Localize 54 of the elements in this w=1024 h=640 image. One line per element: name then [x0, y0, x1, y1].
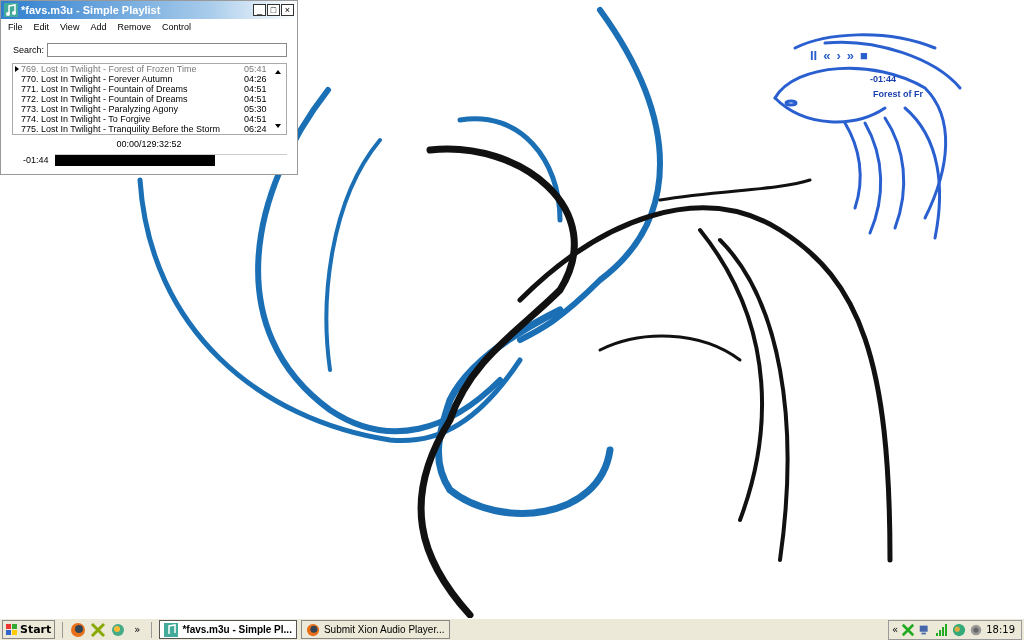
x-icon[interactable] — [901, 622, 916, 637]
menu-item[interactable]: Control — [161, 22, 191, 32]
playlist-row[interactable]: 770. Lost In Twilight - Forever Autumn 04:26 — [13, 74, 272, 84]
player-control-button[interactable]: « — [823, 48, 831, 63]
track-title: 775. Lost In Twilight - Tranquility Before the Storm — [21, 124, 221, 134]
track-title: 769. Lost In Twilight - Forest of Frozen Time — [21, 64, 198, 74]
seek-bar[interactable] — [54, 154, 287, 166]
track-title: 771. Lost In Twilight - Fountain of Dreams — [21, 84, 189, 94]
player-control-button[interactable]: › — [836, 48, 841, 63]
speaker-icon[interactable] — [969, 622, 984, 637]
playlist-row[interactable]: 772. Lost In Twilight - Fountain of Dreams 04:51 — [13, 94, 272, 104]
track-title: 770. Lost In Twilight - Forever Autumn — [21, 74, 174, 84]
playlist-row[interactable]: 773. Lost In Twilight - Paralyzing Agony 05:30 — [13, 104, 272, 114]
remaining-time: -01:44 — [23, 155, 49, 165]
play-marker-icon — [15, 66, 19, 72]
menu-item[interactable]: File — [8, 22, 23, 32]
track-title: 773. Lost In Twilight - Paralyzing Agony — [21, 104, 179, 114]
tray-expand-button[interactable]: « — [892, 624, 899, 635]
menu-item[interactable]: Remove — [117, 22, 151, 32]
clock: 18:19 — [986, 624, 1015, 635]
track-duration: 05:41 — [244, 64, 268, 74]
playlist-row[interactable]: 771. Lost In Twilight - Fountain of Dreams 04:51 — [13, 84, 272, 94]
track-duration: 06:24 — [244, 124, 268, 134]
player-control-button[interactable]: » — [846, 48, 855, 63]
player-time: -01:44 — [870, 74, 896, 84]
window-control-button[interactable]: □ — [267, 4, 280, 16]
taskbar-button[interactable]: Submit Xion Audio Player... — [300, 620, 450, 639]
menu-item[interactable]: View — [60, 22, 80, 32]
track-duration: 04:51 — [244, 84, 268, 94]
track-duration: 05:30 — [244, 104, 268, 114]
player-control-button[interactable]: II — [810, 48, 818, 63]
window-control-button[interactable]: _ — [253, 4, 266, 16]
window-control-button[interactable]: × — [281, 4, 294, 16]
windows-flag-icon — [6, 623, 18, 636]
player-track-title: Forest of Fr — [873, 89, 923, 99]
playlist-row[interactable]: 769. Lost In Twilight - Forest of Frozen Time 05:41 — [13, 64, 272, 74]
more-chevron[interactable]: » — [130, 624, 145, 635]
track-title: 774. Lost In Twilight - To Forgive — [21, 114, 152, 124]
track-duration: 04:26 — [244, 74, 268, 84]
taskbar-button[interactable]: *favs.m3u - Simple Pl... — [159, 620, 297, 639]
track-duration: 04:51 — [244, 114, 268, 124]
search-field[interactable] — [47, 43, 287, 57]
signal-bars-icon[interactable] — [935, 622, 950, 637]
start-button[interactable]: Start — [2, 620, 56, 639]
total-time: 00:00/129:32:52 — [115, 138, 183, 151]
menu-item[interactable]: Edit — [33, 22, 50, 32]
player-control-button[interactable]: ■ — [860, 48, 868, 63]
window-title: *favs.m3u - Simple Playlist — [21, 4, 162, 16]
playlist-row[interactable]: 775. Lost In Twilight - Tranquility Before the Storm 06:24 — [13, 124, 272, 134]
menu-item[interactable]: Add — [90, 22, 107, 32]
track-duration: 04:51 — [244, 94, 268, 104]
search-label: Search: — [13, 45, 45, 55]
track-title: 772. Lost In Twilight - Fountain of Dreams — [21, 94, 189, 104]
playlist-row[interactable]: 774. Lost In Twilight - To Forgive 04:51 — [13, 114, 272, 124]
